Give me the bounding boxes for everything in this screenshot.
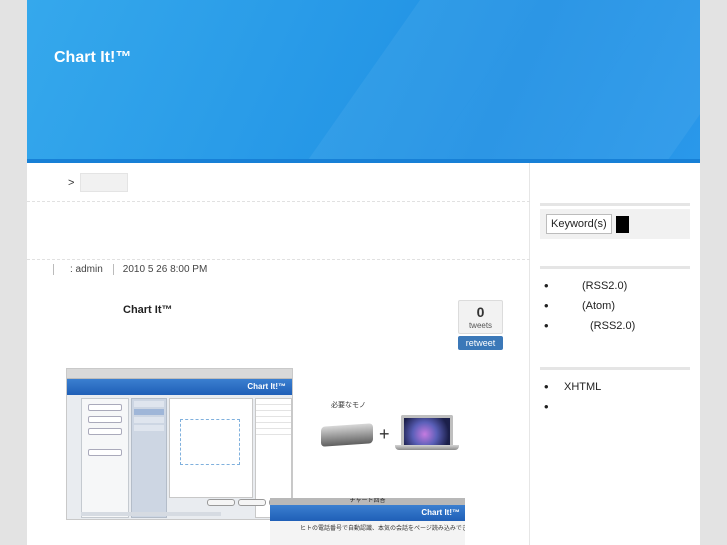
app-screenshot-image: Chart It!™ (66, 368, 293, 520)
sidebar: Keyword(s) (RSS2.0) (Atom) (RSS2.0) XHTM… (531, 163, 700, 545)
post-meta: : admin 2010 5 26 8:00 PM (53, 264, 207, 275)
feed-item-atom[interactable]: (Atom) (544, 296, 635, 316)
feed-item-rss[interactable]: (RSS2.0) (544, 276, 635, 296)
sidebar-divider (540, 266, 690, 269)
feed-item-rss-comments[interactable]: (RSS2.0) (544, 316, 635, 336)
meta-item-xhtml[interactable]: XHTML (544, 377, 601, 397)
screenshot2-top-label: チャート回答 (270, 498, 465, 505)
tweet-count: 0 (476, 304, 485, 320)
sidebar-divider (540, 203, 690, 206)
main-content: > : admin 2010 5 26 8:00 PM Chart It™ 0 … (27, 163, 530, 545)
laptop-image (401, 415, 453, 445)
scanner-image (321, 423, 373, 447)
site-title-link[interactable]: Chart It!™ (54, 49, 131, 67)
screenshot-app-title: Chart It!™ (247, 382, 286, 391)
breadcrumb: > (68, 173, 129, 192)
meta-item[interactable] (544, 397, 601, 417)
breadcrumb-item[interactable] (80, 173, 129, 192)
breadcrumb-separator: > (68, 176, 75, 189)
screenshot2-title: Chart It!™ (270, 505, 465, 521)
search-button[interactable]: Keyword(s) (546, 214, 612, 234)
retweet-button[interactable]: retweet (458, 336, 503, 350)
meta-list: XHTML (544, 377, 601, 417)
tweet-unit: tweets (468, 321, 493, 330)
app-screenshot-image-2: チャート回答 Chart It!™ ヒトの電話番号で自動認識、本気の会話をページ… (270, 498, 465, 545)
search-input[interactable] (616, 216, 629, 233)
sidebar-divider (540, 367, 690, 370)
post-date: 2010 5 26 8:00 PM (122, 264, 208, 275)
screenshot2-caption: ヒトの電話番号で自動認識、本気の会話をページ読み込みできます (300, 526, 465, 532)
plus-sign: + (379, 424, 390, 444)
divider (27, 259, 530, 260)
tweet-counter: 0 tweets (458, 300, 503, 334)
feed-list: (RSS2.0) (Atom) (RSS2.0) (544, 276, 635, 336)
divider (27, 201, 530, 202)
post-author: : admin (70, 264, 103, 275)
page: Chart It!™ > : admin 2010 5 26 8:00 PM C… (27, 0, 700, 545)
hardware-label: 必要なモノ (331, 402, 366, 409)
post-title[interactable]: Chart It™ (123, 304, 173, 316)
site-header: Chart It!™ (27, 0, 700, 163)
hardware-image: 必要なモノ + (321, 400, 463, 456)
search-widget: Keyword(s) (540, 209, 690, 239)
